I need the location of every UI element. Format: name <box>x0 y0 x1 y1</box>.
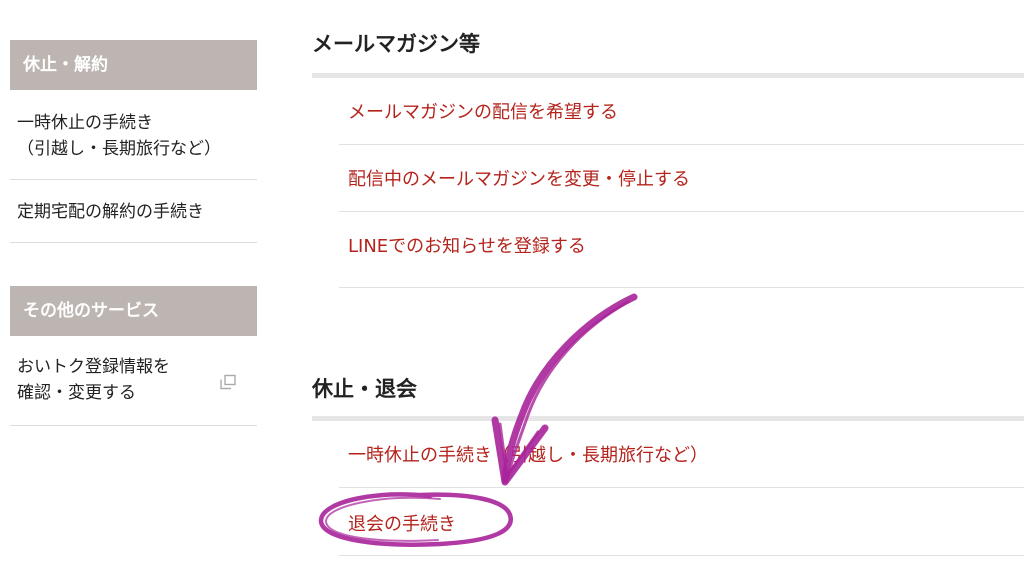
link-change-stop-mail-magazine[interactable]: 配信中のメールマガジンを変更・停止する <box>348 165 690 191</box>
link-withdraw-membership[interactable]: 退会の手続き <box>348 510 456 536</box>
link-subscribe-mail-magazine[interactable]: メールマガジンの配信を希望する <box>348 98 618 124</box>
sidebar-item-label: 一時休止の手続き <box>17 113 153 133</box>
sidebar-header-other-services: その他のサービス <box>10 286 257 336</box>
link-row[interactable]: LINEでのお知らせを登録する <box>339 212 1024 288</box>
sidebar-item-cancel-delivery[interactable]: 定期宅配の解約の手続き <box>10 180 257 243</box>
link-temporary-suspend[interactable]: 一時休止の手続き（引越し・長期旅行など） <box>348 441 708 467</box>
link-register-line-notifications[interactable]: LINEでのお知らせを登録する <box>348 232 586 258</box>
link-row[interactable]: 退会の手続き <box>339 488 1024 556</box>
sidebar-header-suspend-cancel: 休止・解約 <box>10 40 257 90</box>
sidebar-item-label: 定期宅配の解約の手続き <box>17 202 204 222</box>
section-title-mail-magazine: メールマガジン等 <box>312 32 480 56</box>
external-window-icon <box>220 374 236 390</box>
section-title-suspend-withdraw: 休止・退会 <box>312 377 417 401</box>
sidebar-item-temporary-suspend[interactable]: 一時休止の手続き （引越し・長期旅行など） <box>10 98 257 180</box>
link-row[interactable]: 一時休止の手続き（引越し・長期旅行など） <box>339 421 1024 488</box>
sidebar-item-oitoku-registration[interactable]: おいトク登録情報を 確認・変更する <box>10 344 257 426</box>
sidebar-item-label: （引越し・長期旅行など） <box>17 139 221 159</box>
link-row[interactable]: メールマガジンの配信を希望する <box>339 78 1024 145</box>
link-row[interactable]: 配信中のメールマガジンを変更・停止する <box>339 145 1024 212</box>
